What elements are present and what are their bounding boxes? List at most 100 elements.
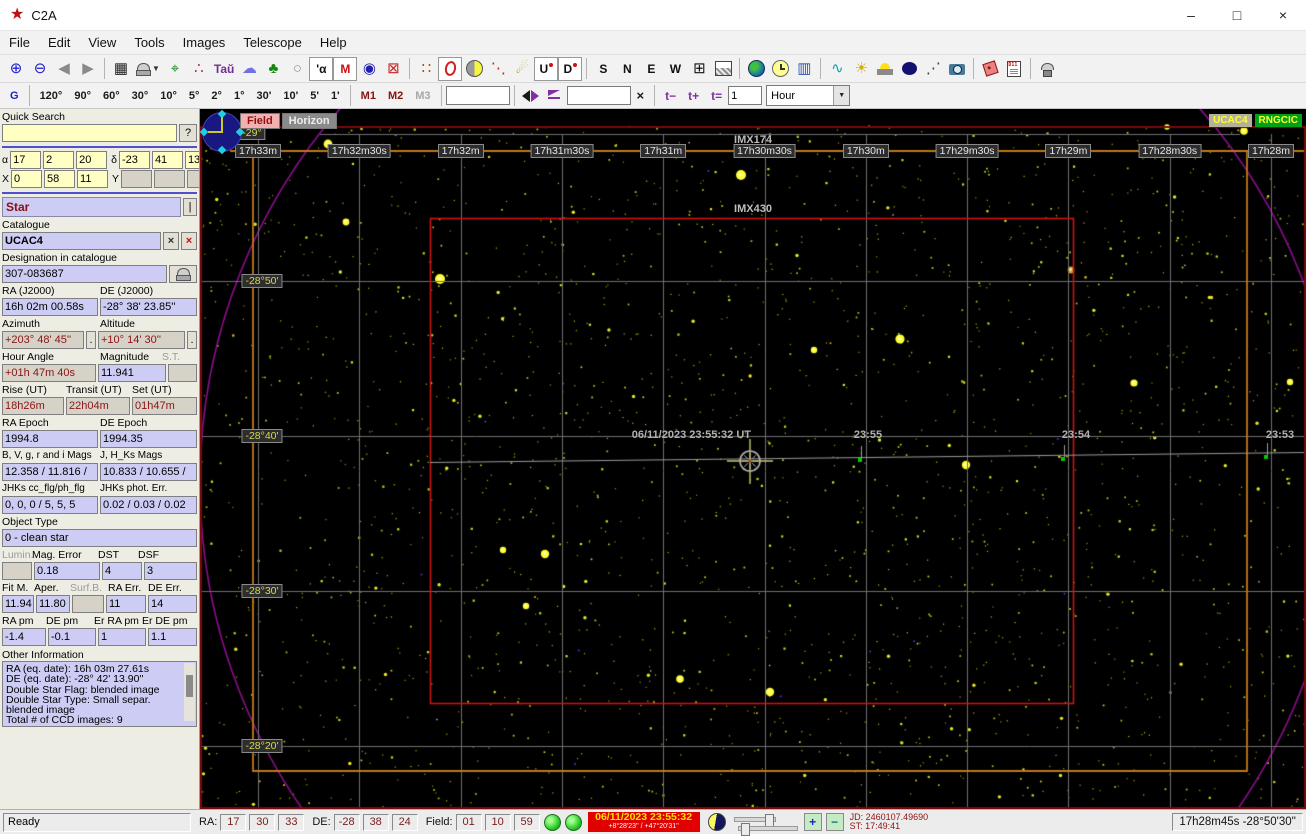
slider-track[interactable] — [737, 823, 798, 836]
chevron-down-icon[interactable]: ▼ — [152, 64, 160, 73]
horizon-mask-icon[interactable] — [711, 57, 735, 81]
alpha-input-1[interactable] — [43, 151, 75, 169]
dir-north-button[interactable]: N — [615, 57, 639, 81]
azimuth-more-button[interactable]: . — [86, 331, 96, 349]
fov-button-6[interactable]: 2° — [205, 84, 228, 107]
messier-icon[interactable]: M — [333, 56, 358, 81]
menu-item-view[interactable]: View — [79, 31, 125, 54]
camera-icon[interactable] — [945, 57, 969, 81]
nav-back-icon[interactable]: ◀ — [52, 57, 76, 81]
close-button[interactable]: × — [1260, 0, 1306, 30]
scrollbar[interactable] — [184, 663, 195, 721]
y-input-0[interactable] — [121, 170, 153, 188]
center-target-icon[interactable]: ⌖ — [163, 57, 187, 81]
slider-track[interactable] — [733, 814, 776, 827]
observation-log-icon[interactable] — [1002, 57, 1026, 81]
y-input-1[interactable] — [154, 170, 186, 188]
time-step-input[interactable] — [728, 86, 763, 105]
maximize-button[interactable]: □ — [1214, 0, 1260, 30]
telescope-control-icon[interactable] — [1035, 57, 1059, 81]
prev-match-button[interactable]: × — [163, 232, 179, 250]
marker-button-m3[interactable]: M3 — [409, 84, 436, 107]
panel-handle-button[interactable]: | — [183, 198, 197, 216]
asteroids-icon[interactable]: ⋱ — [486, 57, 510, 81]
y-input-2[interactable] — [187, 170, 199, 188]
delta-input-2[interactable] — [184, 151, 199, 169]
fov-button-0[interactable]: 120° — [34, 84, 69, 107]
current-datetime-box[interactable]: 06/11/2023 23:55:32 +8°28'23'' / +47°20'… — [587, 812, 700, 832]
delta-input-0[interactable] — [118, 151, 150, 169]
next-match-button[interactable]: × — [181, 232, 197, 250]
dome-view-icon[interactable]: ▼ — [133, 57, 163, 81]
time-back-button[interactable]: − — [825, 813, 844, 831]
time-step-button-1[interactable]: t+ — [682, 84, 705, 107]
night-mode-icon[interactable] — [897, 57, 921, 81]
orientation-compass[interactable] — [200, 109, 245, 155]
star-clusters-icon[interactable]: ∷ — [414, 57, 438, 81]
fov-button-2[interactable]: 60° — [97, 84, 126, 107]
ground-icon[interactable]: ♣ — [261, 57, 285, 81]
marker-button-m1[interactable]: M1 — [355, 84, 382, 107]
sun-icon[interactable]: ☀ — [849, 57, 873, 81]
constellation-lines-icon[interactable]: ∴ — [187, 57, 211, 81]
light-curve-icon[interactable]: ∿ — [825, 57, 849, 81]
x-input-2[interactable] — [77, 170, 109, 188]
badge-ucac4[interactable]: UCAC4 — [1209, 114, 1252, 127]
menu-item-images[interactable]: Images — [174, 31, 235, 54]
satellites-icon[interactable]: ⋰ — [921, 57, 945, 81]
menu-item-edit[interactable]: Edit — [39, 31, 79, 54]
slew-telescope-button[interactable] — [169, 265, 197, 283]
time-step-button-2[interactable]: t= — [705, 84, 728, 107]
galaxies-icon[interactable] — [438, 56, 463, 81]
time-step-unit-select[interactable]: Hour ▼ — [766, 85, 851, 106]
fov-button-1[interactable]: 90° — [68, 84, 97, 107]
time-step-button-0[interactable]: t− — [659, 84, 682, 107]
time-forward-button[interactable]: + — [803, 813, 822, 831]
goto-button[interactable]: G — [4, 84, 25, 107]
nav-forward-icon[interactable]: ▶ — [76, 57, 100, 81]
grid-icon[interactable]: ▦ — [109, 57, 133, 81]
flip-horizontal-icon[interactable] — [519, 84, 543, 108]
menu-item-telescope[interactable]: Telescope — [234, 31, 311, 54]
fov-button-5[interactable]: 5° — [183, 84, 206, 107]
custom-catalog-icon[interactable]: ⊠ — [381, 57, 405, 81]
milky-way-icon[interactable]: ☁ — [237, 57, 261, 81]
menu-item-tools[interactable]: Tools — [125, 31, 173, 54]
menu-item-file[interactable]: File — [0, 31, 39, 54]
earth-map-icon[interactable] — [744, 57, 768, 81]
ccd-frame-icon[interactable] — [978, 57, 1002, 81]
pan-icon[interactable]: ⊞ — [687, 57, 711, 81]
constellation-names-icon[interactable]: Taŭ — [211, 57, 237, 81]
angle-input[interactable] — [566, 86, 631, 105]
fov-button-11[interactable]: 1' — [325, 84, 346, 107]
side-panels-icon[interactable]: ▥ — [792, 57, 816, 81]
alpha-input-0[interactable] — [10, 151, 42, 169]
fov-button-4[interactable]: 10° — [154, 84, 183, 107]
tab-field[interactable]: Field — [240, 113, 280, 129]
comets-icon[interactable]: ☄ — [510, 57, 534, 81]
fov-button-8[interactable]: 30' — [250, 84, 277, 107]
zoom-in-icon[interactable]: ⊕ — [4, 57, 28, 81]
altitude-more-button[interactable]: . — [187, 331, 197, 349]
alpha-input-2[interactable] — [76, 151, 108, 169]
moon-phase-icon[interactable] — [462, 57, 486, 81]
x-input-0[interactable] — [11, 170, 43, 188]
flip-vertical-icon[interactable] — [543, 84, 567, 108]
user-objects-d-icon[interactable]: D — [558, 56, 583, 81]
user-objects-u-icon[interactable]: U — [534, 56, 559, 81]
fov-button-3[interactable]: 30° — [126, 84, 155, 107]
deep-sky-icon[interactable]: ◉ — [357, 57, 381, 81]
fov-button-9[interactable]: 10' — [277, 84, 304, 107]
badge-rngcic[interactable]: RNGCIC — [1254, 114, 1302, 127]
marker-button-m2[interactable]: M2 — [382, 84, 409, 107]
time-settings-icon[interactable] — [768, 57, 792, 81]
delta-input-1[interactable] — [151, 151, 183, 169]
twilight-icon[interactable] — [873, 57, 897, 81]
minimize-button[interactable]: – — [1168, 0, 1214, 30]
dir-west-button[interactable]: W — [663, 57, 687, 81]
clear-icon[interactable]: × — [631, 84, 651, 107]
dir-east-button[interactable]: E — [639, 57, 663, 81]
object-search-input[interactable] — [445, 86, 510, 105]
dir-south-button[interactable]: S — [591, 57, 615, 81]
tab-horizon[interactable]: Horizon — [281, 113, 337, 129]
